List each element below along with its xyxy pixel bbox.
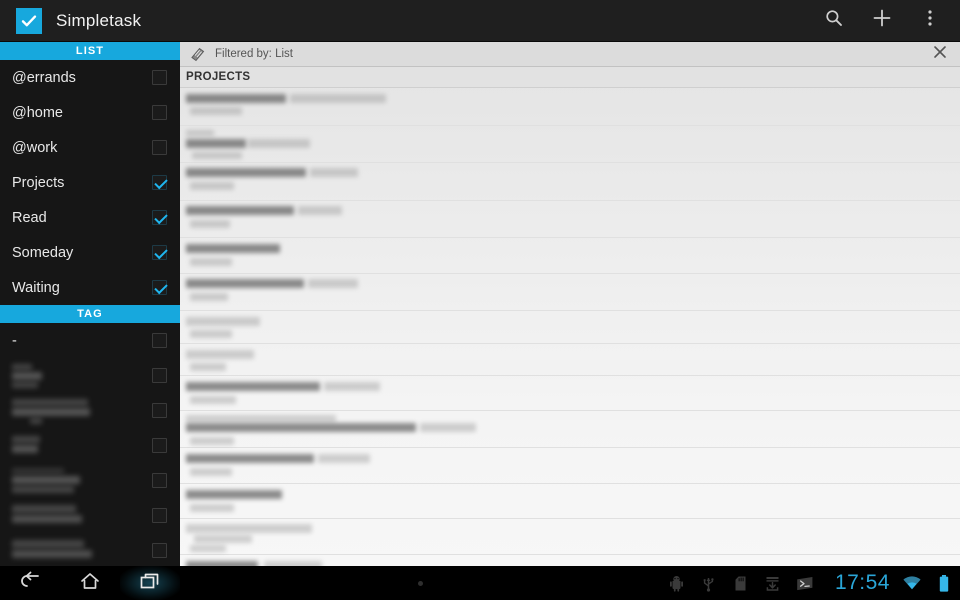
sidebar-tag-label: - bbox=[12, 332, 17, 349]
plus-icon bbox=[871, 7, 893, 34]
sidebar-tag-checkbox[interactable] bbox=[152, 403, 167, 418]
sidebar-item-checkbox[interactable] bbox=[152, 70, 167, 85]
task-row[interactable] bbox=[180, 311, 960, 344]
filter-bar: Filtered by: List bbox=[180, 42, 960, 67]
task-row[interactable] bbox=[180, 484, 960, 519]
recent-apps-icon bbox=[139, 571, 161, 596]
sidebar-item-checkbox[interactable] bbox=[152, 140, 167, 155]
sidebar-item-waiting[interactable]: Waiting bbox=[0, 270, 180, 305]
sidebar-tag-checkbox[interactable] bbox=[152, 473, 167, 488]
sidebar-item-label: @errands bbox=[12, 69, 76, 86]
sidebar-item-checkbox[interactable] bbox=[152, 210, 167, 225]
search-icon bbox=[824, 8, 844, 33]
notification-dot bbox=[417, 580, 423, 586]
main-panel: Filtered by: List PROJECTS bbox=[180, 42, 960, 566]
tag-icon bbox=[186, 45, 208, 63]
list-section-header: PROJECTS bbox=[180, 67, 960, 88]
overflow-menu-button[interactable] bbox=[906, 0, 954, 42]
sidebar-item-projects[interactable]: Projects bbox=[0, 165, 180, 200]
home-button[interactable] bbox=[60, 566, 120, 600]
system-clock[interactable]: 17:54 bbox=[831, 571, 896, 595]
system-navigation-bar: 17:54 bbox=[0, 566, 960, 600]
sidebar-item-home[interactable]: @home bbox=[0, 95, 180, 130]
task-row[interactable] bbox=[180, 238, 960, 274]
search-button[interactable] bbox=[810, 0, 858, 42]
app-title: Simpletask bbox=[56, 10, 142, 30]
wifi-icon[interactable] bbox=[896, 566, 928, 600]
task-row[interactable] bbox=[180, 126, 960, 163]
sidebar-item-label: Someday bbox=[12, 244, 74, 261]
adb-terminal-icon bbox=[789, 566, 821, 600]
task-row[interactable] bbox=[180, 274, 960, 311]
sidebar-item-read[interactable]: Read bbox=[0, 200, 180, 235]
sidebar-item-label: @home bbox=[12, 104, 63, 121]
battery-icon[interactable] bbox=[928, 566, 960, 600]
sidebar-item-checkbox[interactable] bbox=[152, 280, 167, 295]
sidebar-tag-checkbox[interactable] bbox=[152, 333, 167, 348]
status-tray[interactable] bbox=[661, 566, 831, 600]
task-row[interactable] bbox=[180, 376, 960, 411]
sidebar-item-checkbox[interactable] bbox=[152, 105, 167, 120]
overflow-menu-icon bbox=[927, 8, 933, 33]
sidebar-item-checkbox[interactable] bbox=[152, 245, 167, 260]
redacted-tag-label bbox=[12, 433, 152, 459]
close-icon bbox=[932, 44, 948, 65]
sidebar-tag-item[interactable] bbox=[0, 533, 180, 566]
task-row[interactable] bbox=[180, 555, 960, 566]
sidebar-tag-header: TAG bbox=[0, 305, 180, 323]
sidebar-item-label: Waiting bbox=[12, 279, 60, 296]
back-icon bbox=[18, 571, 42, 596]
action-bar: Simpletask bbox=[0, 0, 960, 42]
sidebar-tag-item[interactable] bbox=[0, 463, 180, 498]
task-row[interactable] bbox=[180, 344, 960, 376]
sidebar-item-label: Projects bbox=[12, 174, 65, 191]
sidebar-item-checkbox[interactable] bbox=[152, 175, 167, 190]
add-task-button[interactable] bbox=[858, 0, 906, 42]
usb-icon bbox=[693, 566, 725, 600]
recent-apps-button[interactable] bbox=[120, 566, 180, 600]
sidebar-tag-item[interactable] bbox=[0, 358, 180, 393]
redacted-tag-label bbox=[12, 467, 152, 494]
task-row[interactable] bbox=[180, 411, 960, 448]
redacted-tag-label bbox=[12, 538, 152, 564]
sidebar-list-header: LIST bbox=[0, 42, 180, 60]
sd-card-icon bbox=[725, 566, 757, 600]
sidebar-tag-checkbox[interactable] bbox=[152, 543, 167, 558]
task-row[interactable] bbox=[180, 201, 960, 238]
sidebar: LIST @errands @home @work Projects Read … bbox=[0, 42, 180, 566]
clear-filter-button[interactable] bbox=[920, 42, 960, 67]
task-row[interactable] bbox=[180, 163, 960, 201]
redacted-tag-label bbox=[12, 363, 152, 389]
redacted-tag-label bbox=[12, 398, 152, 424]
sidebar-tag-item[interactable] bbox=[0, 428, 180, 463]
task-row[interactable] bbox=[180, 448, 960, 484]
redacted-tag-label bbox=[12, 503, 152, 529]
filter-label: Filtered by: List bbox=[215, 48, 293, 60]
app-logo-icon bbox=[16, 7, 42, 34]
sidebar-tag-item[interactable] bbox=[0, 498, 180, 533]
home-icon bbox=[79, 571, 101, 596]
sidebar-item-label: Read bbox=[12, 209, 47, 226]
task-row[interactable] bbox=[180, 88, 960, 126]
sidebar-tag-checkbox[interactable] bbox=[152, 508, 167, 523]
sidebar-item-someday[interactable]: Someday bbox=[0, 235, 180, 270]
sidebar-tag-checkbox[interactable] bbox=[152, 438, 167, 453]
back-button[interactable] bbox=[0, 566, 60, 600]
sidebar-item-label: @work bbox=[12, 139, 58, 156]
sidebar-tag-item[interactable]: - bbox=[0, 323, 180, 358]
sidebar-tag-item[interactable] bbox=[0, 393, 180, 428]
android-debug-icon bbox=[661, 566, 693, 600]
sidebar-item-work[interactable]: @work bbox=[0, 130, 180, 165]
task-row[interactable] bbox=[180, 519, 960, 555]
sidebar-tag-checkbox[interactable] bbox=[152, 368, 167, 383]
screen: Simpletask LIST @errands @home @work Pro… bbox=[0, 0, 960, 600]
sidebar-item-errands[interactable]: @errands bbox=[0, 60, 180, 95]
download-icon bbox=[757, 566, 789, 600]
